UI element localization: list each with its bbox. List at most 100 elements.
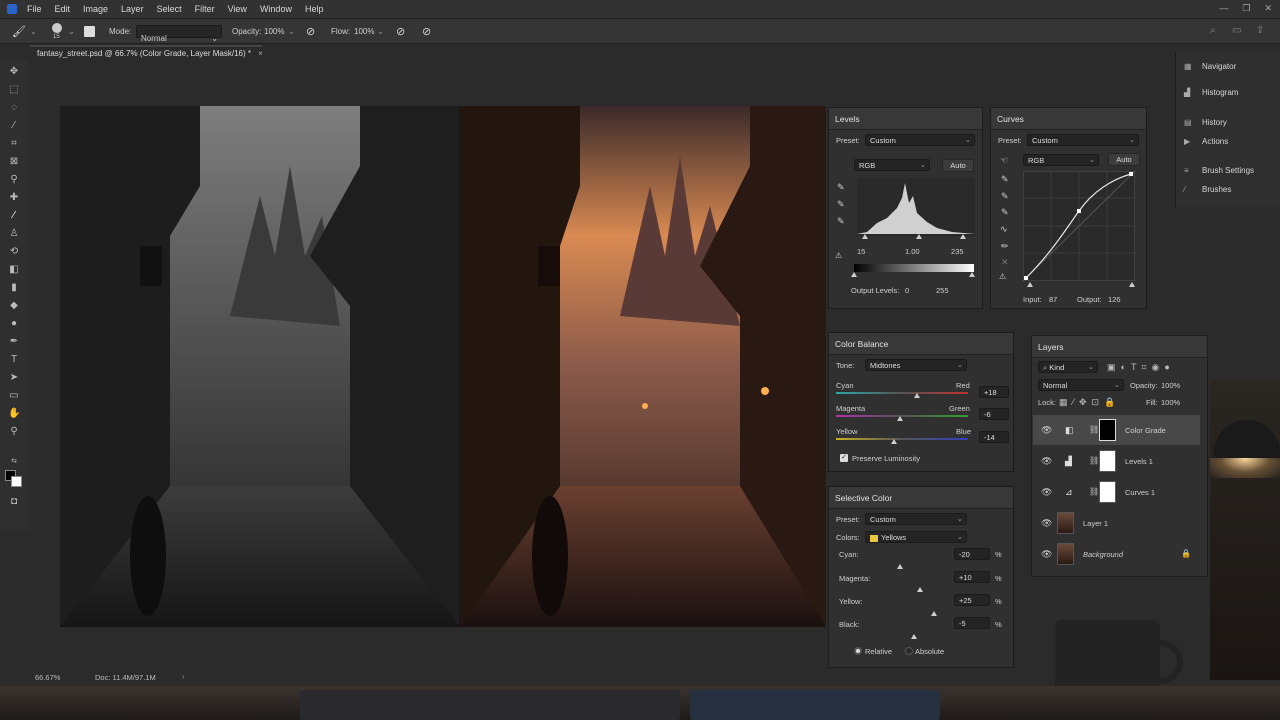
fill-value[interactable]: 100% [1161,398,1180,407]
yellow-slider[interactable] [931,611,937,616]
output-white-value[interactable]: 255 [936,286,949,295]
menu-edit[interactable]: Edit [55,4,71,14]
clipping-warning-icon[interactable]: ⚠ [999,272,1006,281]
black-value[interactable]: -5 [954,617,990,629]
preserve-luminosity-checkbox[interactable]: ✓ [840,454,848,462]
input-white-slider[interactable] [960,234,966,239]
menu-image[interactable]: Image [83,4,108,14]
output-white-slider[interactable] [969,272,975,277]
black-point-eyedropper-icon[interactable]: ✎ [1001,174,1009,185]
eraser-tool-icon[interactable]: ◧ [8,264,20,276]
layer-mask-thumbnail[interactable] [1099,481,1116,503]
visibility-eye-icon[interactable]: 👁 [1041,425,1052,436]
input-black-value[interactable]: 15 [857,247,865,256]
lock-icons[interactable]: ▦⁄✥⊡🔒 [1059,397,1120,408]
input-gamma-slider[interactable] [916,234,922,239]
search-icon[interactable]: ⌕ [1210,25,1216,36]
gray-point-eyedropper-icon[interactable]: ✎ [837,199,845,210]
opacity-value[interactable]: 100% [264,27,284,36]
brush-settings-panel-tab[interactable]: ≡ Brush Settings [1184,166,1254,175]
curve-black-slider[interactable] [1027,282,1033,287]
restore-icon[interactable]: ❐ [1242,3,1250,14]
visibility-eye-icon[interactable]: 👁 [1041,518,1052,529]
history-brush-tool-icon[interactable]: ⟲ [8,246,20,258]
pressure-size-icon[interactable]: ⊘ [422,25,431,38]
selective-preset-dropdown[interactable]: Custom ⌄ [865,513,967,525]
mode-dropdown[interactable]: Normal ⌄ [136,25,222,43]
white-point-eyedropper-icon[interactable]: ✎ [1001,207,1009,218]
input-black-slider[interactable] [862,234,868,239]
layer-name[interactable]: Layer 1 [1083,519,1108,528]
white-point-eyedropper-icon[interactable]: ✎ [837,216,845,227]
gray-point-eyedropper-icon[interactable]: ✎ [1001,191,1009,202]
layer-row-curves[interactable]: 👁 ⊿ ⛓ Curves 1 [1033,477,1200,507]
input-white-value[interactable]: 235 [951,247,964,256]
eyedropper-tool-icon[interactable]: ⚲ [8,174,20,186]
curves-graph[interactable] [1023,171,1135,281]
smooth-icon[interactable]: ✕ [1001,257,1009,268]
brush-tool-icon[interactable]: ⁄ [8,210,20,222]
layer-name[interactable]: Levels 1 [1125,457,1153,466]
blur-tool-icon[interactable]: ◆ [8,300,20,312]
layer-row-levels[interactable]: 👁 ▟ ⛓ Levels 1 [1033,446,1200,476]
clone-stamp-tool-icon[interactable]: ♙ [8,228,20,240]
layer-mask-thumbnail[interactable] [1099,419,1116,441]
chevron-down-icon[interactable]: ⌄ [68,27,75,36]
quick-mask-icon[interactable]: ◘ [8,496,20,508]
visibility-eye-icon[interactable]: 👁 [1041,487,1052,498]
frame-tool-icon[interactable]: ⊠ [8,156,20,168]
move-tool-icon[interactable]: ✥ [8,66,20,78]
chevron-down-icon[interactable]: ⌄ [30,27,37,36]
layer-thumbnail[interactable] [1057,512,1074,534]
magenta-green-value[interactable]: -6 [979,408,1009,420]
black-point-eyedropper-icon[interactable]: ✎ [837,182,845,193]
curve-input-value[interactable]: 87 [1049,295,1057,304]
layer-mask-thumbnail[interactable] [1099,450,1116,472]
menu-help[interactable]: Help [305,4,324,14]
tone-dropdown[interactable]: Midtones ⌄ [865,359,967,371]
layer-name[interactable]: Color Grade [1125,426,1166,435]
close-icon[interactable]: ✕ [1264,3,1272,14]
layer-filter-icons[interactable]: ▣◐T⌗◉● [1107,362,1175,373]
workspace-icon[interactable]: ▭ [1232,25,1241,36]
history-panel-tab[interactable]: ▤ History [1184,118,1227,127]
actions-panel-tab[interactable]: ▶ Actions [1184,137,1228,146]
chevron-right-icon[interactable]: › [182,672,185,681]
layer-name[interactable]: Background [1083,550,1123,559]
curve-point[interactable] [1077,209,1081,213]
chevron-down-icon[interactable]: ⌄ [288,27,295,36]
brush-panel-toggle-icon[interactable] [84,26,95,37]
colors-dropdown[interactable]: Yellows ⌄ [865,531,967,543]
output-black-slider[interactable] [851,272,857,277]
flow-value[interactable]: 100% [354,27,374,36]
hand-tool-icon[interactable]: ✋ [8,408,20,420]
cyan-red-value[interactable]: +18 [979,386,1009,398]
absolute-radio[interactable] [905,647,913,655]
marquee-tool-icon[interactable]: ⬚ [8,84,20,96]
chevron-down-icon[interactable]: ⌄ [377,27,384,36]
curves-preset-dropdown[interactable]: Custom ⌄ [1027,134,1139,146]
default-colors-icon[interactable]: ⇆ [8,456,20,468]
cyan-value[interactable]: -20 [954,548,990,560]
menu-window[interactable]: Window [260,4,292,14]
brushes-panel-tab[interactable]: ⁄ Brushes [1184,185,1231,194]
curve-point[interactable] [1024,276,1028,280]
visibility-eye-icon[interactable]: 👁 [1041,456,1052,467]
minimize-icon[interactable]: — [1219,3,1228,14]
curve-point[interactable] [1129,172,1133,176]
yellow-value[interactable]: +25 [954,594,990,606]
levels-preset-dropdown[interactable]: Custom ⌄ [865,134,975,146]
curve-output-value[interactable]: 126 [1108,295,1121,304]
document-tab[interactable]: fantasy_street.psd @ 66.7% (Color Grade,… [30,45,263,60]
relative-radio[interactable] [854,647,862,655]
quick-select-tool-icon[interactable]: ⁄ [8,120,20,132]
brush-tool-icon[interactable]: 🖌 [12,25,26,38]
pressure-opacity-icon[interactable]: ⊘ [306,25,315,38]
output-black-value[interactable]: 0 [905,286,909,295]
target-adjust-icon[interactable]: ☜ [1000,155,1008,166]
magenta-slider[interactable] [917,587,923,592]
menu-filter[interactable]: Filter [195,4,215,14]
curves-channel-dropdown[interactable]: RGB ⌄ [1023,154,1099,166]
pencil-icon[interactable]: ✏ [1001,241,1009,252]
share-icon[interactable]: ⇪ [1256,25,1264,36]
